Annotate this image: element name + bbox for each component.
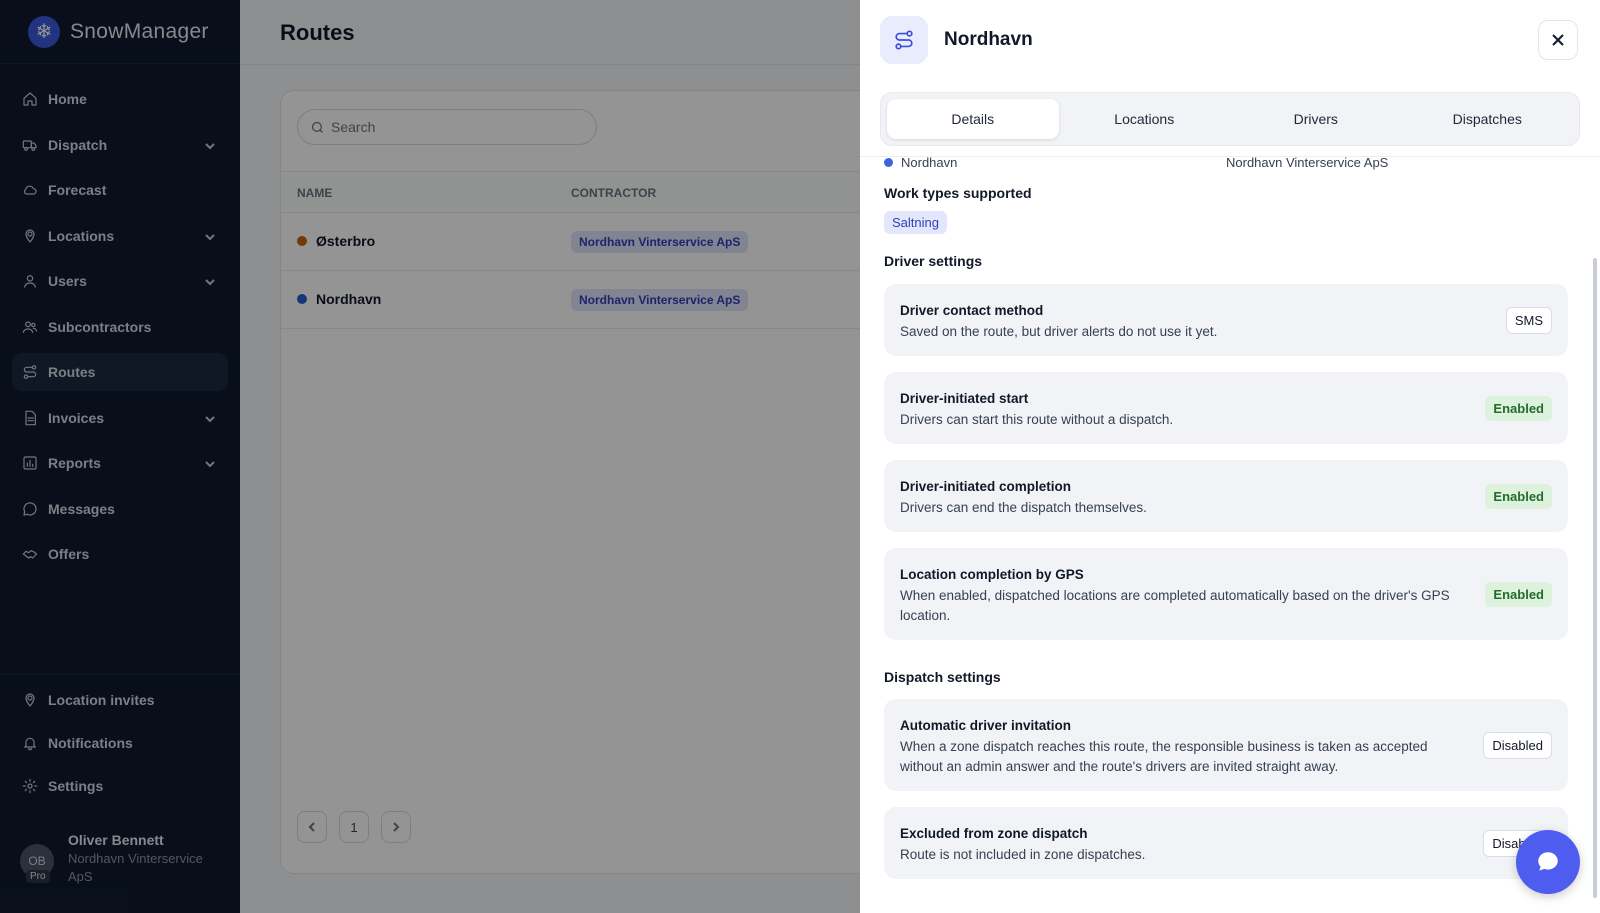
- setting-title: Driver-initiated completion: [900, 479, 1072, 494]
- close-icon: [1552, 34, 1564, 46]
- status-badge[interactable]: Enabled: [1485, 484, 1552, 509]
- setting-value-badge[interactable]: SMS: [1505, 307, 1552, 334]
- setting-description: Drivers can start this route without a d…: [900, 412, 1174, 427]
- route-icon: [880, 16, 928, 64]
- setting-automatic-driver-invitation: Automatic driver invitation When a zone …: [884, 699, 1568, 791]
- work-type-chip: Saltning: [884, 211, 947, 234]
- setting-description: When enabled, dispatched locations are c…: [900, 588, 1450, 623]
- panel-scrollbar[interactable]: [1593, 258, 1597, 898]
- tab-locations[interactable]: Locations: [1059, 99, 1231, 139]
- tab-details[interactable]: Details: [887, 99, 1059, 139]
- chat-launcher-button[interactable]: [1516, 830, 1580, 894]
- setting-description: Saved on the route, but driver alerts do…: [900, 324, 1218, 339]
- setting-title: Automatic driver invitation: [900, 718, 1072, 733]
- contractor-name: Nordhavn Vinterservice ApS: [1226, 157, 1389, 170]
- setting-excluded-from-zone-dispatch: Excluded from zone dispatch Route is not…: [884, 807, 1568, 879]
- setting-driver-contact-method: Driver contact method Saved on the route…: [884, 284, 1568, 356]
- panel-tabs: Details Locations Drivers Dispatches: [880, 92, 1580, 146]
- dispatch-settings-heading: Dispatch settings: [884, 669, 1001, 685]
- status-badge[interactable]: Enabled: [1485, 582, 1552, 607]
- setting-driver-initiated-start: Driver-initiated start Drivers can start…: [884, 372, 1568, 444]
- route-name: Nordhavn: [901, 157, 958, 170]
- setting-driver-initiated-completion: Driver-initiated completion Drivers can …: [884, 460, 1568, 532]
- route-summary-row: Nordhavn Nordhavn Vinterservice ApS: [884, 157, 1576, 170]
- setting-location-completion-gps: Location completion by GPS When enabled,…: [884, 548, 1568, 640]
- close-button[interactable]: [1538, 20, 1578, 60]
- setting-description: Route is not included in zone dispatches…: [900, 847, 1146, 862]
- setting-title: Excluded from zone dispatch: [900, 826, 1088, 841]
- setting-description: Drivers can end the dispatch themselves.: [900, 500, 1147, 515]
- setting-title: Location completion by GPS: [900, 567, 1084, 582]
- route-detail-panel: Nordhavn Details Locations Drivers Dispa…: [860, 0, 1600, 913]
- details-content: Nordhavn Nordhavn Vinterservice ApS Work…: [884, 157, 1576, 913]
- status-badge[interactable]: Disabled: [1483, 732, 1552, 759]
- route-color-dot: [884, 158, 893, 167]
- driver-settings-heading: Driver settings: [884, 253, 983, 269]
- setting-title: Driver-initiated start: [900, 391, 1029, 406]
- status-badge[interactable]: Enabled: [1485, 396, 1552, 421]
- tab-dispatches[interactable]: Dispatches: [1402, 99, 1574, 139]
- panel-title: Nordhavn: [944, 29, 1033, 50]
- tab-drivers[interactable]: Drivers: [1230, 99, 1402, 139]
- setting-title: Driver contact method: [900, 303, 1044, 318]
- chat-bubble-icon: [1538, 852, 1558, 871]
- work-types-label: Work types supported: [884, 185, 1032, 201]
- setting-description: When a zone dispatch reaches this route,…: [900, 739, 1428, 774]
